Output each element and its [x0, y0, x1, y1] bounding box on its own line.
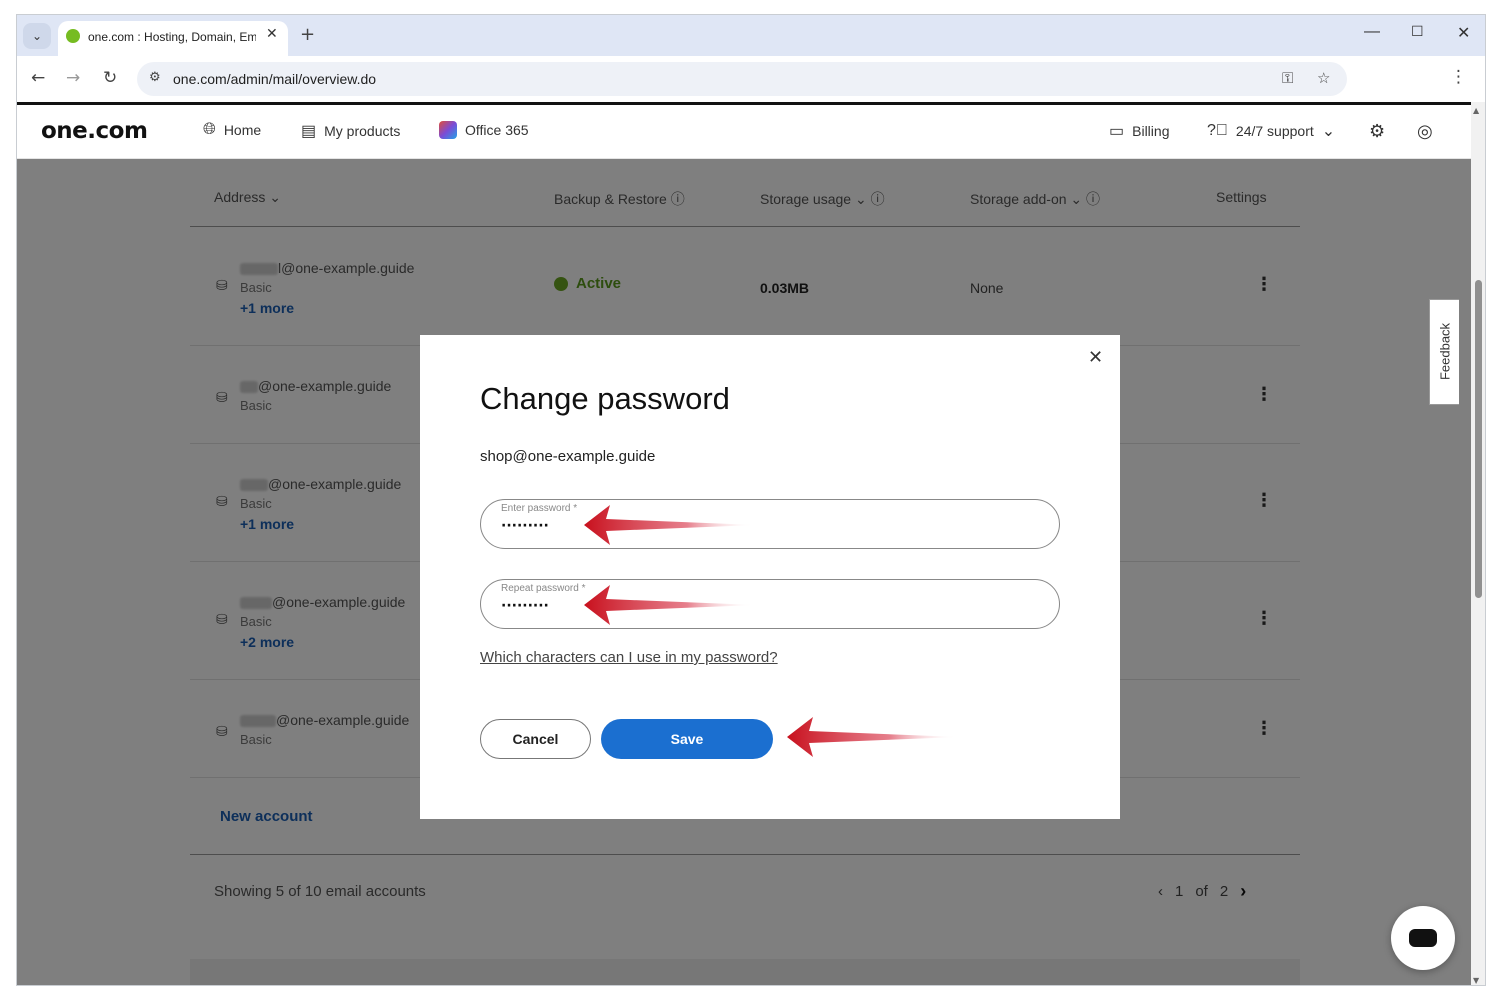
browser-window: ⌄ one.com : Hosting, Domain, Em ✕ + — ☐ … [16, 14, 1486, 986]
close-icon[interactable]: ✕ [1088, 347, 1103, 368]
list-icon: ▤ [301, 123, 317, 140]
password-key-icon[interactable]: ⚿ [1282, 69, 1293, 87]
pointer-arrow-icon [787, 717, 959, 757]
url-text[interactable]: one.com/admin/mail/overview.do [173, 71, 376, 87]
browser-tab[interactable]: one.com : Hosting, Domain, Em ✕ [58, 21, 288, 56]
repeat-password-field-value[interactable]: ········· [501, 598, 549, 614]
change-password-dialog: ✕ Change password shop@one-example.guide… [420, 335, 1120, 819]
maximize-icon[interactable]: ☐ [1411, 23, 1424, 40]
browser-toolbar: ← → ↻ ⚙ one.com/admin/mail/overview.do ⚿… [17, 56, 1485, 102]
cancel-button[interactable]: Cancel [480, 719, 591, 759]
password-field-value[interactable]: ········· [501, 518, 549, 534]
nav-billing-label: Billing [1132, 123, 1170, 139]
password-field[interactable]: Enter password * ········· [480, 499, 1060, 549]
password-help-link[interactable]: Which characters can I use in my passwor… [480, 649, 778, 666]
logo[interactable]: one.com [41, 118, 148, 144]
address-bar[interactable]: ⚙ one.com/admin/mail/overview.do ⚿ ☆ [137, 62, 1347, 96]
page-scrollbar[interactable]: ▲ ▼ [1471, 102, 1485, 985]
screen: ⌄ one.com : Hosting, Domain, Em ✕ + — ☐ … [0, 0, 1502, 1001]
nav-support[interactable]: ?⃞ 24/7 support ⌄ [1207, 121, 1335, 141]
web-page: one.com 🌐︎ Home ▤ My products Office 365… [17, 102, 1473, 985]
feedback-label: Feedback [1437, 322, 1453, 381]
chat-button[interactable] [1391, 906, 1455, 970]
save-button[interactable]: Save [601, 719, 773, 759]
site-navigation: one.com 🌐︎ Home ▤ My products Office 365… [17, 102, 1473, 159]
office365-icon [439, 121, 457, 139]
nav-billing[interactable]: ▭ Billing [1109, 121, 1169, 141]
tab-strip: ⌄ one.com : Hosting, Domain, Em ✕ + — ☐ … [17, 15, 1485, 56]
favicon-icon [66, 29, 80, 43]
chat-bubble-icon [1409, 929, 1437, 947]
forward-icon[interactable]: → [66, 68, 80, 88]
window-close-icon[interactable]: ✕ [1457, 23, 1470, 43]
globe-icon: 🌐︎ [203, 121, 216, 138]
nav-home[interactable]: 🌐︎ Home [203, 121, 261, 139]
nav-my-products[interactable]: ▤ My products [301, 121, 400, 141]
browser-menu-icon[interactable]: ⋮ [1450, 67, 1467, 87]
pointer-arrow-icon [584, 585, 756, 625]
new-tab-button[interactable]: + [300, 24, 315, 45]
password-field-label: Enter password * [501, 503, 578, 514]
scroll-down-icon[interactable]: ▼ [1473, 976, 1479, 985]
tab-search-button[interactable]: ⌄ [23, 23, 51, 49]
chevron-down-icon: ⌄ [1321, 123, 1336, 140]
dialog-title: Change password [480, 381, 730, 416]
back-icon[interactable]: ← [31, 68, 45, 88]
scroll-up-icon[interactable]: ▲ [1473, 106, 1479, 115]
bookmark-star-icon[interactable]: ☆ [1317, 69, 1330, 87]
nav-my-products-label: My products [324, 123, 401, 139]
repeat-password-field-label: Repeat password * [501, 583, 586, 594]
nav-office365[interactable]: Office 365 [439, 121, 529, 139]
account-email: shop@one-example.guide [480, 448, 656, 465]
nav-home-label: Home [223, 122, 262, 138]
reload-icon[interactable]: ↻ [103, 68, 117, 88]
repeat-password-field[interactable]: Repeat password * ········· [480, 579, 1060, 629]
credit-card-icon: ▭ [1109, 123, 1125, 140]
site-info-icon[interactable]: ⚙ [149, 70, 161, 85]
account-icon[interactable]: ◎ [1417, 121, 1433, 142]
tab-close-icon[interactable]: ✕ [266, 26, 278, 42]
minimize-icon[interactable]: — [1364, 23, 1380, 41]
nav-support-label: 24/7 support [1235, 123, 1314, 139]
scroll-thumb[interactable] [1475, 280, 1482, 598]
feedback-tab[interactable]: Feedback [1429, 299, 1459, 405]
settings-gear-icon[interactable]: ⚙ [1369, 121, 1385, 142]
pointer-arrow-icon [584, 505, 756, 545]
nav-office365-label: Office 365 [465, 122, 529, 138]
tab-title: one.com : Hosting, Domain, Em [88, 30, 256, 44]
help-icon: ?⃞ [1207, 122, 1228, 139]
